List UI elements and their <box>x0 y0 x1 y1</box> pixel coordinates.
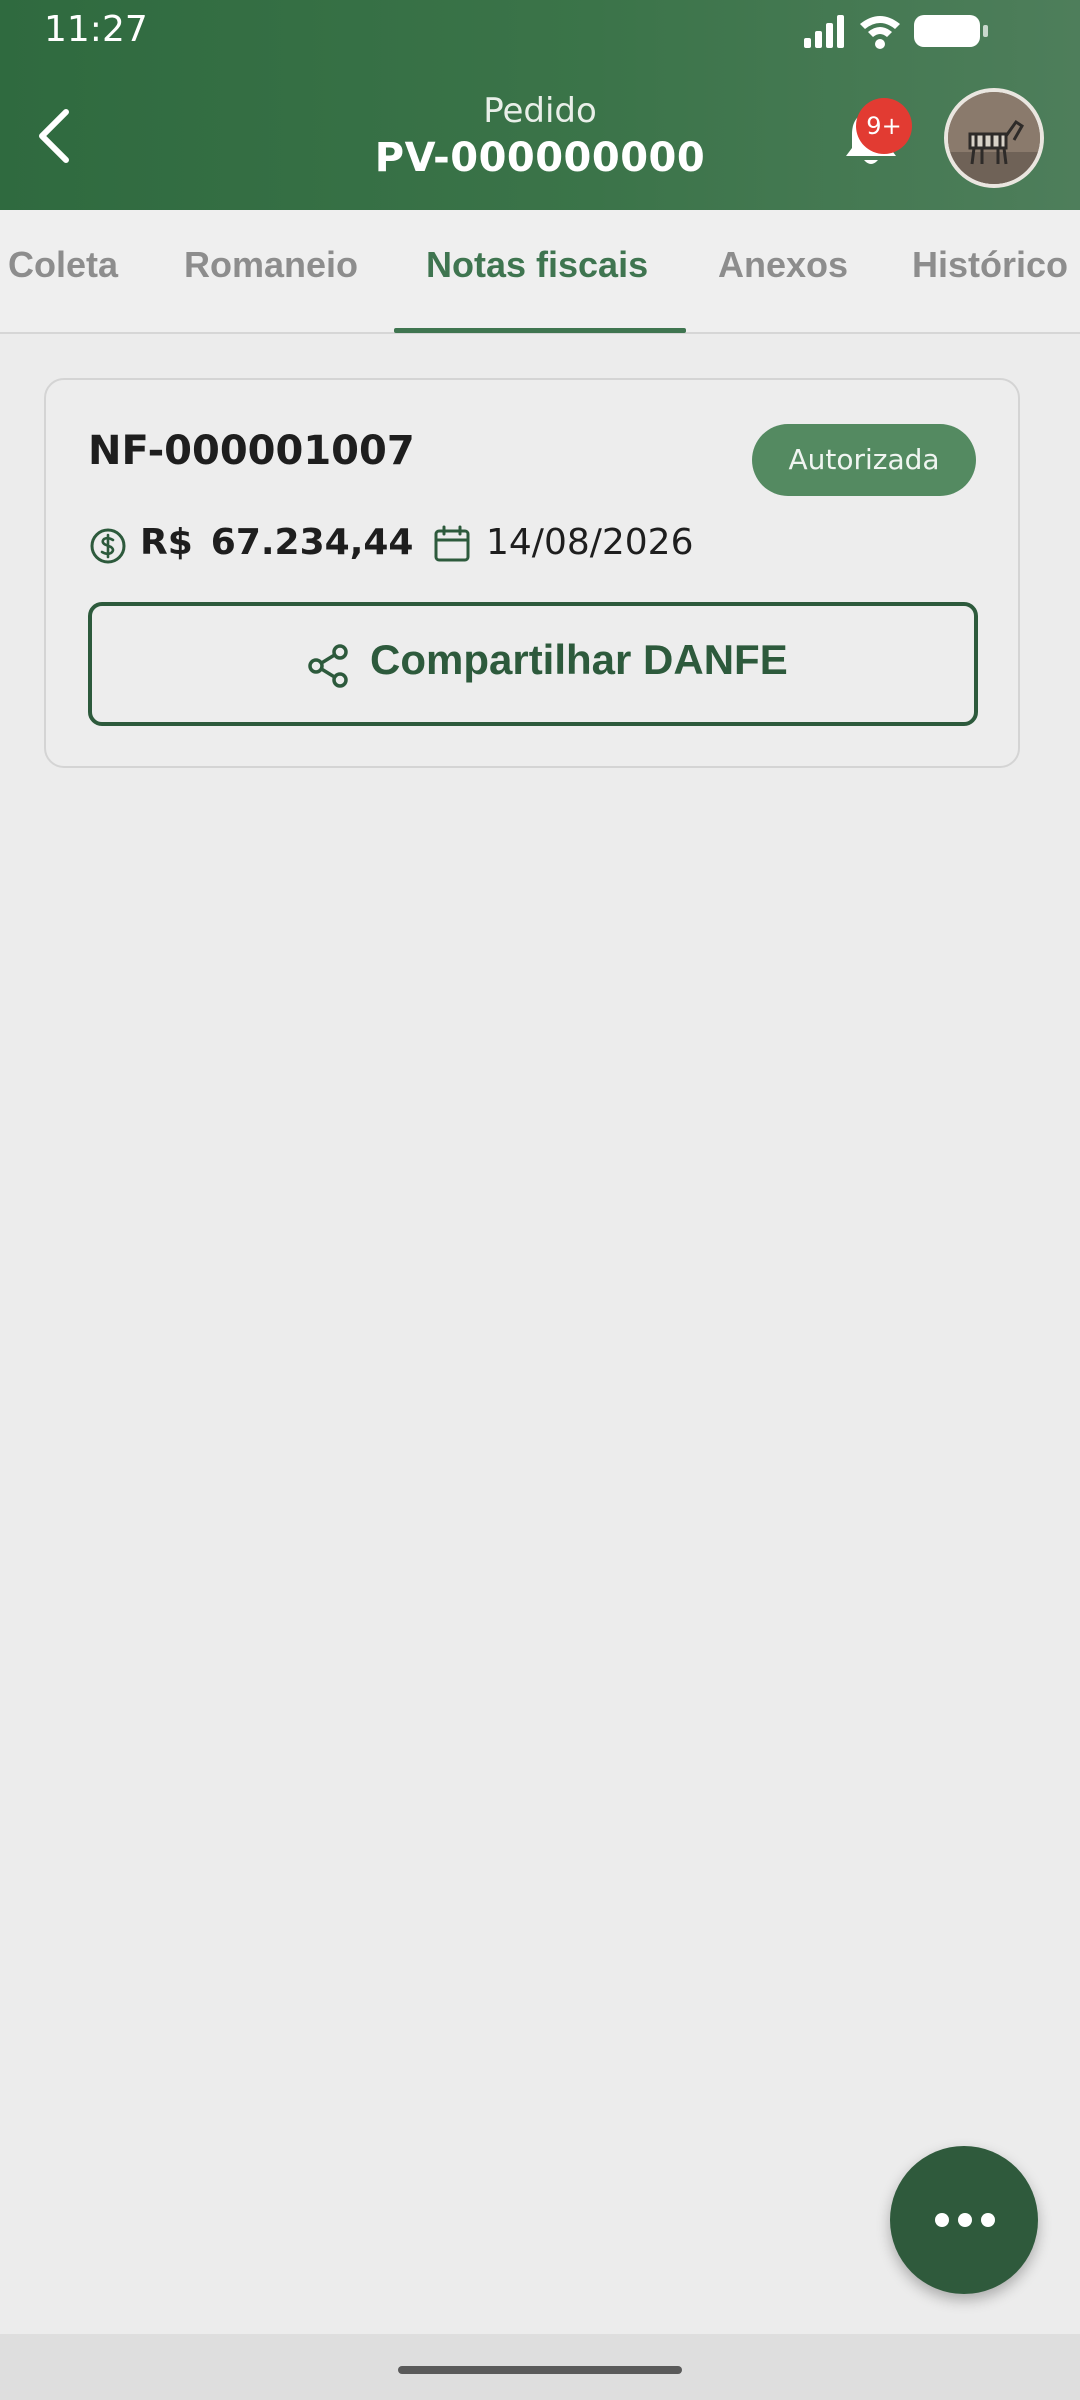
amount-value: 67.234,44 <box>210 522 414 563</box>
invoice-number: NF-000001007 <box>88 428 415 474</box>
system-nav-bar <box>0 2334 1080 2400</box>
invoice-card: NF-000001007 Autorizada R$ 67.234,44 14/0… <box>44 378 1020 768</box>
order-number: PV-000000000 <box>374 135 706 181</box>
battery-icon <box>914 15 988 47</box>
invoice-date: 14/08/2026 <box>486 522 694 563</box>
zebra-image <box>948 92 1040 184</box>
active-tab-indicator <box>394 328 686 333</box>
wifi-icon <box>860 16 900 49</box>
status-time: 11:27 <box>44 9 148 50</box>
signal-icon <box>804 15 844 48</box>
tab-coleta[interactable]: Coleta <box>8 244 118 286</box>
dollar-circle-icon <box>90 528 126 564</box>
currency-symbol: R$ <box>140 522 193 563</box>
invoice-amount: R$ 67.234,44 <box>140 522 413 563</box>
share-danfe-button[interactable]: Compartilhar DANFE <box>88 602 978 726</box>
status-icons <box>804 15 988 49</box>
app-header: 11:27 Pedido PV-000000000 9+ <box>0 0 1080 210</box>
share-icon <box>308 644 348 688</box>
more-actions-button[interactable] <box>890 2146 1038 2294</box>
tab-romaneio[interactable]: Romaneio <box>184 244 358 286</box>
tab-notas-fiscais[interactable]: Notas fiscais <box>426 244 648 286</box>
page-title: Pedido PV-000000000 <box>290 88 790 182</box>
tab-anexos[interactable]: Anexos <box>718 244 848 286</box>
calendar-icon <box>434 525 470 562</box>
status-badge: Autorizada <box>752 424 976 496</box>
home-indicator[interactable] <box>398 2366 682 2374</box>
tab-bar: Coleta Romaneio Notas fiscais Anexos His… <box>0 210 1080 334</box>
chevron-left-icon <box>39 109 69 163</box>
back-button[interactable] <box>26 96 90 176</box>
tab-historico[interactable]: Histórico <box>912 244 1068 286</box>
notification-badge: 9+ <box>856 98 912 154</box>
share-danfe-label: Compartilhar DANFE <box>370 636 788 683</box>
avatar[interactable] <box>944 88 1044 188</box>
more-horizontal-icon <box>935 2213 995 2227</box>
page-subtitle: Pedido <box>483 91 597 131</box>
